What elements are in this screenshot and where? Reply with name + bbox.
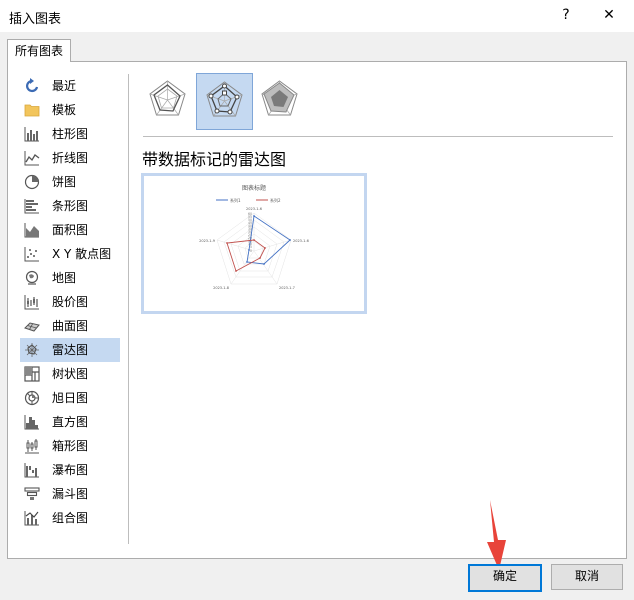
- radar-markers-subtype-icon: [206, 81, 243, 117]
- category-label: 2023-1-6: [246, 207, 262, 211]
- sidebar-item-treemap[interactable]: 树状图: [20, 362, 120, 386]
- surface-chart-icon: [24, 322, 40, 332]
- map-chart-icon: [25, 270, 39, 285]
- sidebar-item-label: 最近: [52, 79, 77, 93]
- subtype-filled-radar[interactable]: [252, 73, 307, 128]
- chart-type-list: 最近 模板 柱形图 折线图 饼图 条形图 面积图 X Y 散点图 地图 股价图 …: [20, 74, 120, 530]
- cancel-button[interactable]: 取消: [551, 564, 623, 590]
- sidebar-item-funnel[interactable]: 漏斗图: [20, 482, 120, 506]
- sidebar-item-sunburst[interactable]: 旭日图: [20, 386, 120, 410]
- close-button[interactable]: ✕: [598, 4, 620, 26]
- sidebar-item-label: 条形图: [52, 199, 89, 213]
- sidebar-item-label: 柱形图: [52, 127, 89, 141]
- sidebar-item-label: 组合图: [52, 511, 89, 525]
- sidebar-item-stock[interactable]: 股价图: [20, 290, 120, 314]
- sidebar-item-scatter[interactable]: X Y 散点图: [20, 242, 120, 266]
- sidebar-item-surface[interactable]: 曲面图: [20, 314, 120, 338]
- column-chart-icon: [24, 127, 39, 142]
- combo-chart-icon: [24, 511, 39, 526]
- sidebar-item-waterfall[interactable]: 瀑布图: [20, 458, 120, 482]
- treemap-chart-icon: [24, 366, 40, 382]
- sidebar-item-label: 箱形图: [52, 439, 89, 453]
- sidebar-item-label: 面积图: [52, 223, 89, 237]
- bar-chart-icon: [24, 199, 39, 214]
- preview-title: 图表标题: [242, 184, 266, 192]
- line-chart-icon: [24, 151, 40, 166]
- category-label: 2023-1-7: [279, 286, 295, 290]
- title-bar: 插入图表 ? ✕: [0, 0, 634, 32]
- chart-subtype-title: 带数据标记的雷达图: [142, 150, 287, 169]
- sidebar-item-label: 折线图: [52, 151, 89, 165]
- scatter-chart-icon: [24, 247, 39, 262]
- sidebar-item-label: 地图: [52, 271, 77, 285]
- waterfall-chart-icon: [24, 463, 39, 478]
- help-button[interactable]: ?: [555, 4, 577, 26]
- sidebar-item-area[interactable]: 面积图: [20, 218, 120, 242]
- recent-icon: [26, 78, 39, 93]
- area-chart-icon: [24, 223, 39, 238]
- category-label: 2023-1-9: [199, 239, 215, 243]
- category-label: 2023-1-6: [293, 239, 309, 243]
- sidebar-item-label: 树状图: [52, 367, 89, 381]
- sidebar-item-radar[interactable]: 雷达图: [20, 338, 120, 362]
- sidebar-item-map[interactable]: 地图: [20, 266, 120, 290]
- tab-all-charts[interactable]: 所有图表: [7, 39, 71, 62]
- radar-preview-chart: 图表标题 系列1 系列2 60 55 50 45 40 35 30 25 20 …: [199, 184, 309, 290]
- sidebar-divider: [128, 74, 129, 544]
- stock-chart-icon: [24, 295, 39, 310]
- sidebar-item-templates[interactable]: 模板: [20, 98, 120, 122]
- legend-label-series1: 系列1: [230, 197, 241, 203]
- sidebar-item-label: 漏斗图: [52, 487, 89, 501]
- box-whisker-chart-icon: [25, 439, 39, 454]
- sunburst-chart-icon: [24, 390, 40, 406]
- sidebar-item-recent[interactable]: 最近: [20, 74, 120, 98]
- radar-subtype-icon: [149, 80, 186, 116]
- subtype-radar-markers[interactable]: [196, 73, 253, 130]
- sidebar-item-label: 雷达图: [52, 343, 89, 357]
- sidebar-item-label: X Y 散点图: [52, 247, 112, 261]
- filled-radar-subtype-icon: [261, 80, 298, 116]
- sidebar-item-box-whisker[interactable]: 箱形图: [20, 434, 120, 458]
- sidebar-item-label: 旭日图: [52, 391, 89, 405]
- scale-tick: 0: [250, 249, 252, 253]
- subtype-separator: [143, 136, 613, 137]
- category-label: 2023-1-8: [213, 286, 229, 290]
- sidebar-item-line[interactable]: 折线图: [20, 146, 120, 170]
- template-folder-icon: [24, 104, 40, 117]
- legend-label-series2: 系列2: [270, 197, 281, 203]
- sidebar-item-pie[interactable]: 饼图: [20, 170, 120, 194]
- ok-button[interactable]: 确定: [468, 564, 542, 592]
- radar-grid: [216, 212, 292, 285]
- sidebar-item-combo[interactable]: 组合图: [20, 506, 120, 530]
- sidebar-item-label: 直方图: [52, 415, 89, 429]
- window-title: 插入图表: [9, 12, 62, 27]
- funnel-chart-icon: [24, 487, 40, 500]
- histogram-chart-icon: [24, 415, 39, 430]
- sidebar-item-label: 瀑布图: [52, 463, 89, 477]
- chart-panel: 最近 模板 柱形图 折线图 饼图 条形图 面积图 X Y 散点图 地图 股价图 …: [7, 61, 627, 559]
- sidebar-item-histogram[interactable]: 直方图: [20, 410, 120, 434]
- sidebar-item-label: 曲面图: [52, 319, 89, 333]
- chart-preview[interactable]: 图表标题 系列1 系列2 60 55 50 45 40 35 30 25 20 …: [141, 173, 367, 314]
- sidebar-item-column[interactable]: 柱形图: [20, 122, 120, 146]
- radar-chart-icon: [25, 343, 39, 357]
- sidebar-item-label: 模板: [52, 103, 77, 117]
- sidebar-item-bar[interactable]: 条形图: [20, 194, 120, 218]
- subtype-radar[interactable]: [140, 73, 195, 128]
- sidebar-item-label: 股价图: [52, 295, 89, 309]
- sidebar-item-label: 饼图: [52, 175, 77, 189]
- pie-chart-icon: [24, 174, 40, 190]
